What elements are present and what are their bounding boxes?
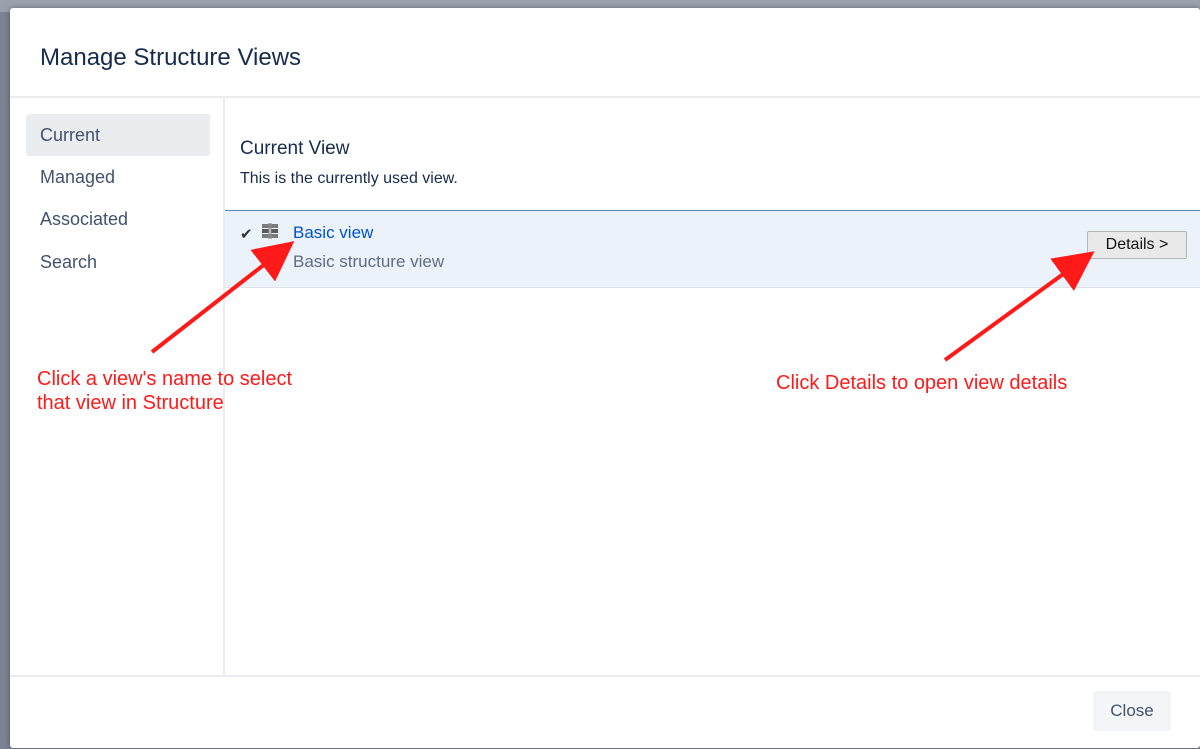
dialog-title: Manage Structure Views — [40, 44, 302, 71]
section-description: This is the currently used view. — [240, 170, 458, 187]
dialog-header: Manage Structure Views — [10, 8, 1200, 98]
checkmark-icon: ✔ — [240, 226, 253, 243]
annotation-details-hint: Click Details to open view details — [776, 372, 1068, 394]
nav-item-associated[interactable]: Associated — [26, 198, 210, 240]
nav-item-current[interactable]: Current — [26, 114, 210, 156]
nav-item-search[interactable]: Search — [26, 241, 210, 283]
structure-view-icon — [262, 223, 278, 239]
close-button[interactable]: Close — [1093, 691, 1171, 731]
annotation-select-hint: Click a view's name to select that view … — [37, 368, 293, 414]
nav-item-managed[interactable]: Managed — [26, 156, 210, 198]
view-name-link[interactable]: Basic view — [293, 223, 373, 243]
section-title: Current View — [240, 138, 350, 159]
view-row: ✔ Basic view Basic structure view Detail… — [225, 210, 1200, 288]
details-button[interactable]: Details > — [1087, 231, 1187, 259]
view-description: Basic structure view — [293, 252, 445, 271]
dialog-footer: Close — [10, 675, 1200, 748]
